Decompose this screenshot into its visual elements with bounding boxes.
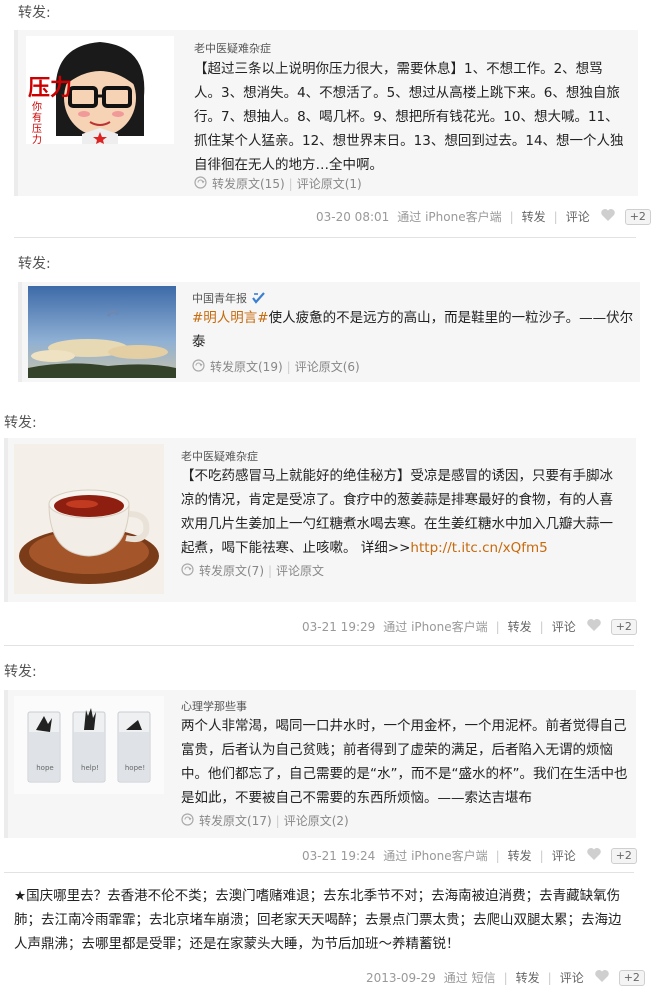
post-time[interactable]: 03-21 19:29 bbox=[302, 620, 375, 634]
glass-label: hope bbox=[36, 764, 54, 772]
original-actions: 转发原文(17) | 评论原文(2) bbox=[181, 812, 349, 829]
post-text: 【超过三条以上说明你压力很大，需要休息】1、不想工作。2、想骂人。3、想消失。4… bbox=[194, 61, 624, 173]
post-footer: 2013-09-29 通过 短信 | 转发 | 评论 +2 bbox=[366, 969, 645, 986]
heart-icon[interactable] bbox=[600, 208, 616, 225]
glass-label: hope! bbox=[124, 764, 146, 772]
author-name[interactable]: 心理学那些事 bbox=[181, 698, 247, 714]
post-footer: 03-20 08:01 通过 iPhone客户端 | 转发 | 评论 +2 bbox=[316, 208, 651, 225]
plus-count[interactable]: +2 bbox=[618, 969, 645, 986]
plus-count[interactable]: +2 bbox=[610, 847, 637, 864]
reposted-card: hope help! hope! 心理学那些事 两个人非常渴，喝同一口井水时，一… bbox=[4, 690, 636, 838]
author-name[interactable]: 老中医疑难杂症 bbox=[181, 448, 258, 464]
plus-count[interactable]: +2 bbox=[610, 618, 637, 635]
comment-original-link[interactable]: 评论原文(2) bbox=[284, 812, 349, 829]
divider bbox=[4, 645, 634, 646]
verified-badge-icon bbox=[252, 292, 266, 307]
author-name[interactable]: 中国青年报 bbox=[192, 290, 266, 307]
post-image[interactable] bbox=[14, 444, 164, 594]
post-time[interactable]: 03-20 08:01 bbox=[316, 210, 389, 224]
repost-icon bbox=[194, 175, 207, 192]
detail-link[interactable]: http://t.itc.cn/xQfm5 bbox=[410, 540, 547, 556]
post-text: #明人明言#使人疲惫的不是远方的高山，而是鞋里的一粒沙子。——伏尔泰 bbox=[192, 310, 634, 350]
repost-label: 转发: bbox=[4, 664, 37, 680]
repost-icon bbox=[181, 812, 194, 829]
original-actions: 转发原文(19) | 评论原文(6) bbox=[192, 358, 360, 375]
heart-icon[interactable] bbox=[586, 847, 602, 864]
post-text: 两个人非常渴，喝同一口井水时，一个用金杯，一个用泥杯。前者觉得自己富贵，后者认为… bbox=[181, 718, 628, 806]
image-subcaption: 你有压力 bbox=[32, 102, 42, 144]
post-time[interactable]: 03-21 19:24 bbox=[302, 849, 375, 863]
post-source[interactable]: 通过 短信 bbox=[444, 969, 496, 986]
post-source[interactable]: 通过 iPhone客户端 bbox=[383, 618, 487, 635]
reposted-card: 老中医疑难杂症 【不吃药感冒马上就能好的绝佳秘方】受凉是感冒的诱因，只要有手脚冰… bbox=[4, 438, 636, 602]
repost-original-link[interactable]: 转发原文(17) bbox=[199, 812, 272, 829]
divider bbox=[14, 237, 636, 238]
post-footer: 03-21 19:24 通过 iPhone客户端 | 转发 | 评论 +2 bbox=[302, 847, 637, 864]
plus-count[interactable]: +2 bbox=[624, 208, 651, 225]
reposted-card: 中国青年报 #明人明言#使人疲惫的不是远方的高山，而是鞋里的一粒沙子。——伏尔泰… bbox=[18, 282, 640, 382]
repost-label: 转发: bbox=[18, 5, 51, 21]
post-footer: 03-21 19:29 通过 iPhone客户端 | 转发 | 评论 +2 bbox=[302, 618, 637, 635]
post-image[interactable]: hope help! hope! bbox=[14, 696, 164, 794]
comment-original-link[interactable]: 评论原文(1) bbox=[297, 175, 362, 192]
post-image[interactable]: 压力 你有压力 bbox=[26, 36, 174, 144]
comment-button[interactable]: 评论 bbox=[566, 208, 590, 225]
reposted-card: 压力 你有压力 老中医疑难杂症 【超过三条以上说明你压力很大，需要休息】1、不想… bbox=[14, 30, 638, 196]
repost-button[interactable]: 转发 bbox=[508, 847, 532, 864]
repost-button[interactable]: 转发 bbox=[522, 208, 546, 225]
heart-icon[interactable] bbox=[586, 618, 602, 635]
post-source[interactable]: 通过 iPhone客户端 bbox=[383, 847, 487, 864]
heart-icon[interactable] bbox=[594, 969, 610, 986]
repost-icon bbox=[181, 562, 194, 579]
repost-button[interactable]: 转发 bbox=[516, 969, 540, 986]
post-text: 【不吃药感冒马上就能好的绝佳秘方】受凉是感冒的诱因，只要有手脚冰凉的情况，肯定是… bbox=[181, 468, 613, 556]
repost-label: 转发: bbox=[18, 256, 51, 272]
post-image[interactable] bbox=[28, 286, 176, 378]
post-source[interactable]: 通过 iPhone客户端 bbox=[397, 208, 501, 225]
comment-button[interactable]: 评论 bbox=[552, 847, 576, 864]
original-actions: 转发原文(15) | 评论原文(1) bbox=[194, 175, 362, 192]
comment-button[interactable]: 评论 bbox=[552, 618, 576, 635]
repost-original-link[interactable]: 转发原文(7) bbox=[199, 562, 264, 579]
post-time[interactable]: 2013-09-29 bbox=[366, 971, 436, 985]
author-name[interactable]: 老中医疑难杂症 bbox=[194, 40, 271, 56]
repost-label: 转发: bbox=[4, 415, 37, 431]
topic-link[interactable]: #明人明言# bbox=[192, 310, 269, 326]
image-caption: 压力 bbox=[28, 76, 73, 101]
comment-original-link[interactable]: 评论原文 bbox=[276, 562, 324, 579]
original-actions: 转发原文(7) | 评论原文 bbox=[181, 562, 324, 579]
comment-original-link[interactable]: 评论原文(6) bbox=[295, 358, 360, 375]
glass-label: help! bbox=[81, 764, 99, 772]
divider bbox=[4, 872, 634, 873]
repost-original-link[interactable]: 转发原文(15) bbox=[212, 175, 285, 192]
repost-original-link[interactable]: 转发原文(19) bbox=[210, 358, 283, 375]
repost-button[interactable]: 转发 bbox=[508, 618, 532, 635]
repost-icon bbox=[192, 358, 205, 375]
post-text: ★国庆哪里去？去香港不伦不类；去澳门嗜赌难退；去东北季节不对；去海南被迫消费；去… bbox=[14, 888, 622, 952]
comment-button[interactable]: 评论 bbox=[560, 969, 584, 986]
